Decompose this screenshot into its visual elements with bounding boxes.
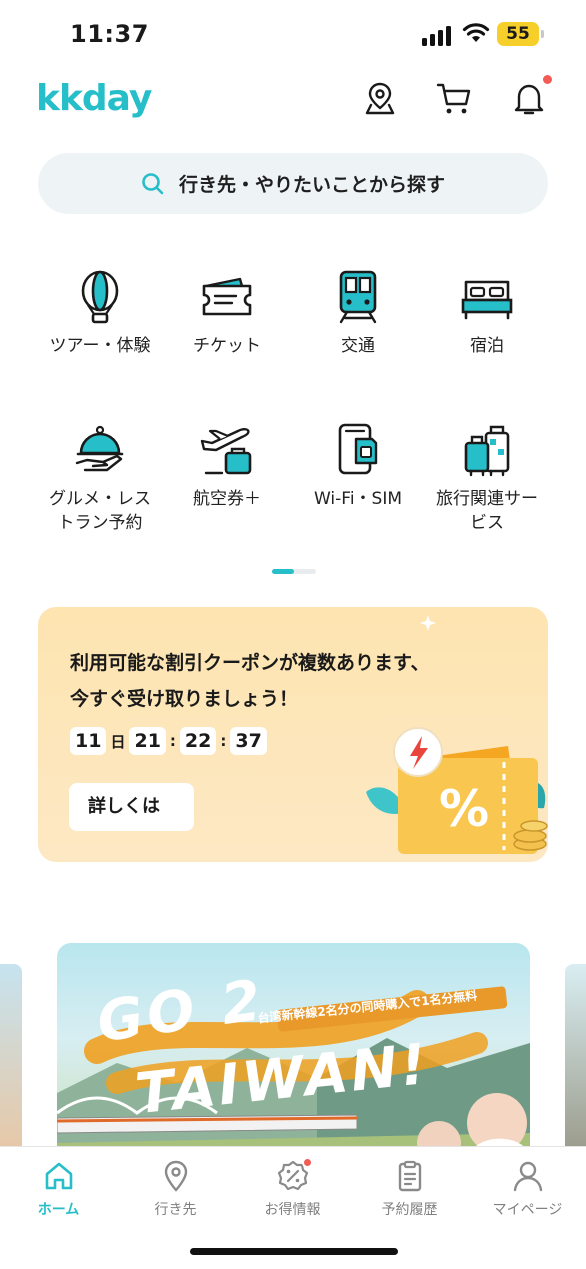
search-bar[interactable]: 行き先・やりたいことから探す: [38, 153, 548, 214]
home-indicator[interactable]: [190, 1248, 398, 1255]
category-label: 航空券＋: [193, 489, 261, 509]
category-label: チケット: [193, 336, 261, 356]
nav-home[interactable]: ホーム: [0, 1159, 117, 1219]
bell-icon[interactable]: [511, 80, 547, 116]
clock: 11:37: [70, 20, 149, 48]
category-tickets[interactable]: チケット: [157, 270, 297, 358]
nav-label: 行き先: [154, 1202, 197, 1218]
category-label: グルメ・レストラン予約: [49, 489, 151, 533]
nav-deals[interactable]: お得情報: [234, 1159, 351, 1219]
category-transport[interactable]: 交通: [288, 270, 428, 358]
category-label: Wi-Fi・SIM: [313, 489, 403, 509]
category-flights[interactable]: 航空券＋: [157, 423, 297, 511]
airplane-icon: [200, 428, 252, 475]
bed-icon: [461, 280, 513, 320]
category-label: 宿泊: [470, 336, 504, 356]
countdown-day-unit: 日: [110, 732, 126, 751]
carousel-next-card[interactable]: [565, 964, 586, 1154]
cloche-icon: [75, 425, 124, 472]
carousel-prev-card[interactable]: [0, 964, 22, 1154]
countdown-timer: 11 日 21 : 22 : 37: [70, 727, 267, 755]
luggage-icon: [464, 425, 510, 477]
category-pager-active-dot: [272, 569, 294, 574]
nav-label: マイページ: [492, 1202, 563, 1218]
nav-label: ホーム: [37, 1202, 80, 1218]
countdown-seconds: 37: [230, 727, 267, 755]
search-icon: [142, 172, 164, 194]
category-label: 交通: [341, 336, 375, 356]
sim-icon: [338, 423, 378, 475]
countdown-days: 11: [70, 727, 107, 755]
nav-label: 予約履歴: [381, 1202, 438, 1218]
coupon-details-button[interactable]: 詳しくは: [69, 783, 194, 831]
nav-destinations[interactable]: 行き先: [117, 1159, 234, 1219]
status-bar: 11:37 55: [0, 0, 586, 64]
cart-icon[interactable]: [436, 80, 472, 116]
nav-mypage[interactable]: マイページ: [469, 1159, 586, 1219]
countdown-minutes: 22: [179, 727, 217, 755]
battery-indicator: 55: [497, 22, 539, 46]
countdown-hours: 21: [129, 727, 166, 755]
search-placeholder: 行き先・やりたいことから探す: [178, 174, 445, 196]
map-pin-icon: [164, 1160, 187, 1192]
clipboard-icon: [398, 1160, 421, 1192]
notification-dot: [543, 75, 552, 84]
home-icon: [45, 1162, 72, 1190]
cellular-signal-icon: [422, 24, 454, 46]
ticket-icon: [202, 277, 252, 316]
deals-notification-dot: [302, 1157, 313, 1168]
category-tours[interactable]: ツアー・体験: [30, 270, 170, 358]
balloon-icon: [81, 270, 119, 324]
category-label: 旅行関連サービス: [436, 489, 538, 533]
category-wifi-sim[interactable]: Wi-Fi・SIM: [288, 423, 428, 511]
category-gourmet[interactable]: グルメ・レストラン予約: [30, 423, 170, 535]
location-icon[interactable]: [362, 80, 398, 116]
coupon-illustration: %: [366, 727, 548, 854]
user-icon: [513, 1161, 542, 1192]
category-label: ツアー・体験: [49, 336, 151, 356]
wifi-icon: [462, 23, 490, 42]
train-icon: [339, 270, 377, 324]
category-travel-services[interactable]: 旅行関連サービス: [417, 423, 557, 535]
nav-bookings[interactable]: 予約履歴: [351, 1159, 468, 1219]
coupon-banner[interactable]: 利用可能な割引クーポンが複数あります、 今すぐ受け取りましょう！ 11 日 21…: [38, 607, 548, 862]
nav-label: お得情報: [264, 1202, 321, 1218]
svg-text:%: %: [439, 780, 489, 838]
kkday-logo[interactable]: kkday: [36, 78, 152, 119]
category-stay[interactable]: 宿泊: [417, 270, 557, 358]
sparkle-decoration: [420, 615, 436, 631]
coupon-message: 利用可能な割引クーポンが複数あります、 今すぐ受け取りましょう！: [70, 652, 430, 710]
battery-cap: [541, 30, 544, 38]
